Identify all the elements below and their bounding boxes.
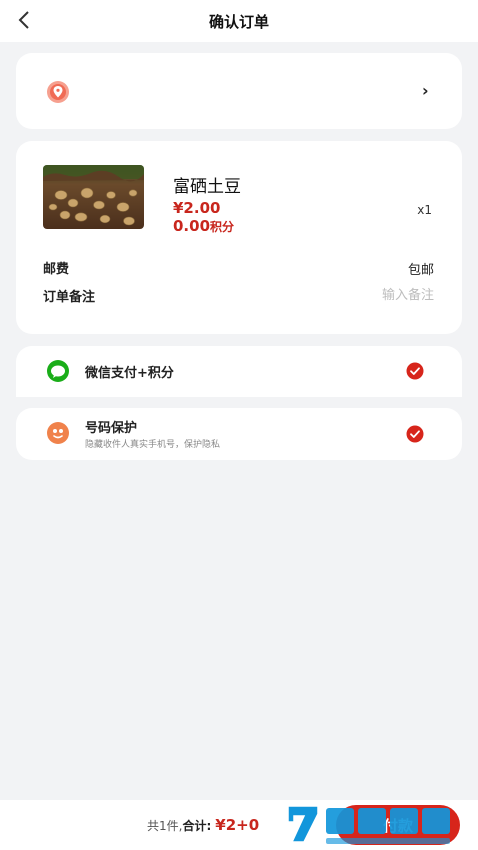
location-icon: [46, 80, 70, 104]
points-value: 0.00: [173, 217, 211, 235]
check-icon[interactable]: [406, 362, 424, 380]
total-amount: ¥2+0: [215, 816, 260, 834]
shipping-value: 包邮: [407, 263, 434, 278]
checkout-bar: 共1件, 合计: ¥2+0 付款: [0, 800, 478, 850]
remark-label: 订单备注: [43, 290, 96, 305]
phone-protection-description: 隐藏收件人真实手机号，保护隐私: [85, 440, 221, 450]
product-quantity: x1: [417, 203, 432, 217]
payment-option-wechat[interactable]: 微信支付+积分: [16, 346, 462, 397]
order-summary: 共1件, 合计: ¥2+0: [147, 816, 259, 834]
payment-title: 微信支付+积分: [85, 366, 174, 381]
check-icon[interactable]: [406, 425, 424, 443]
points-unit: 积分: [210, 220, 235, 234]
shipping-label: 邮费: [43, 262, 70, 277]
page-title: 确认订单: [208, 12, 269, 31]
product-card: 富硒土豆 ¥2.00 0.00积分 x1 邮费 包邮 订单备注: [16, 141, 462, 334]
phone-protection-title: 号码保护: [85, 421, 138, 436]
chevron-left-icon[interactable]: [14, 9, 34, 31]
phone-protect-icon: [46, 421, 70, 445]
product-name: 富硒土豆: [173, 177, 241, 197]
product-points: 0.00积分: [173, 217, 234, 236]
top-bar: 确认订单: [0, 0, 478, 42]
pay-button[interactable]: 付款: [336, 805, 460, 845]
chevron-right-icon[interactable]: ›: [422, 81, 434, 100]
address-card[interactable]: ›: [16, 53, 462, 129]
product-image: [43, 165, 144, 229]
phone-protection-option[interactable]: 号码保护 隐藏收件人真实手机号，保护隐私: [16, 408, 462, 460]
total-label: 合计:: [182, 819, 212, 833]
remark-input[interactable]: [314, 285, 434, 305]
wechat-icon: [46, 359, 70, 383]
item-count: 共1件,: [147, 819, 183, 833]
product-price: ¥2.00: [173, 199, 221, 217]
